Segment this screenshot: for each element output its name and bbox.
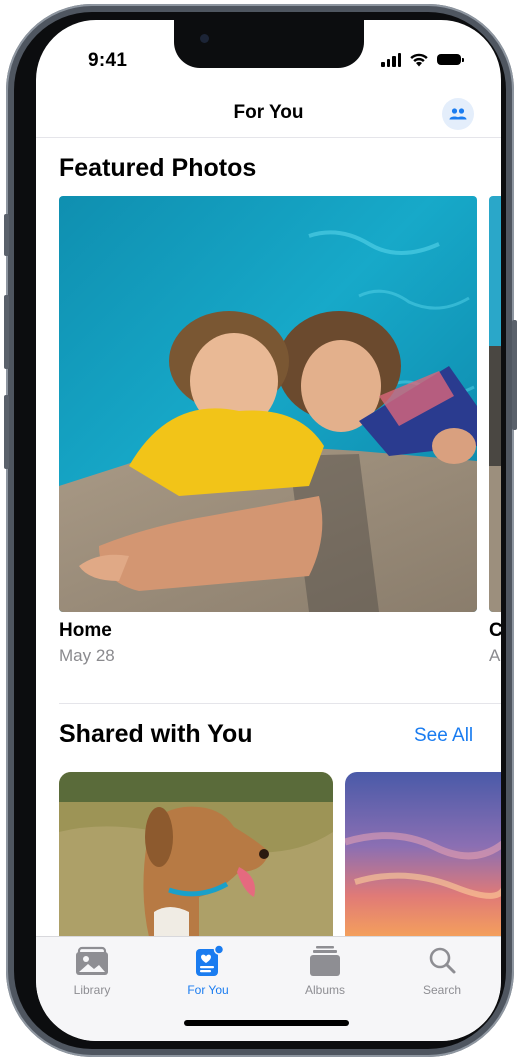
people-icon	[449, 108, 467, 120]
tab-label-library: Library	[73, 983, 111, 997]
dog-image	[59, 772, 333, 937]
shared-photo-sunset[interactable]	[345, 772, 501, 937]
featured-photo-home[interactable]	[59, 196, 477, 612]
next-photo-preview-image	[489, 196, 501, 612]
tab-label-albums: Albums	[304, 983, 345, 997]
shared-library-button[interactable]	[442, 98, 474, 130]
tab-search[interactable]: Search	[392, 945, 492, 997]
nav-divider	[36, 137, 501, 138]
status-time: 9:41	[88, 50, 128, 71]
kids-at-pool-image	[59, 196, 477, 612]
featured-photo-date: May 28	[59, 646, 115, 665]
featured-photo-next[interactable]	[489, 196, 501, 612]
volume-down-button	[4, 395, 9, 469]
wifi-icon	[410, 53, 428, 67]
tab-library[interactable]: Library	[42, 945, 142, 997]
screen: 9:41 For You Featured Photos Home May 28…	[36, 20, 501, 1041]
tab-label-for-you: For You	[187, 983, 229, 997]
front-camera	[200, 34, 209, 43]
volume-up-button	[4, 295, 9, 369]
tab-albums[interactable]: Albums	[275, 945, 375, 997]
featured-photo-date-next: A	[489, 646, 501, 665]
for-you-icon	[190, 944, 226, 977]
page-title: For You	[233, 102, 304, 123]
shared-section-title: Shared with You	[59, 720, 253, 748]
cellular-signal-icon	[381, 52, 401, 67]
status-icons	[381, 52, 464, 67]
albums-stack-icon	[307, 945, 343, 977]
featured-section-title: Featured Photos	[59, 154, 257, 182]
power-button	[512, 320, 517, 430]
action-button	[4, 214, 9, 256]
featured-photo-title-next: C	[489, 620, 501, 641]
tab-for-you[interactable]: For You	[158, 944, 258, 997]
notch	[174, 20, 364, 68]
home-indicator[interactable]	[184, 1020, 349, 1026]
section-divider	[59, 703, 501, 704]
photo-library-icon	[74, 945, 110, 977]
see-all-link[interactable]: See All	[414, 725, 473, 747]
tab-label-search: Search	[422, 983, 462, 997]
search-icon	[424, 945, 460, 977]
battery-icon	[437, 54, 464, 65]
shared-photo-dog[interactable]	[59, 772, 333, 937]
featured-photo-title: Home	[59, 620, 112, 641]
sunset-image	[345, 772, 501, 937]
